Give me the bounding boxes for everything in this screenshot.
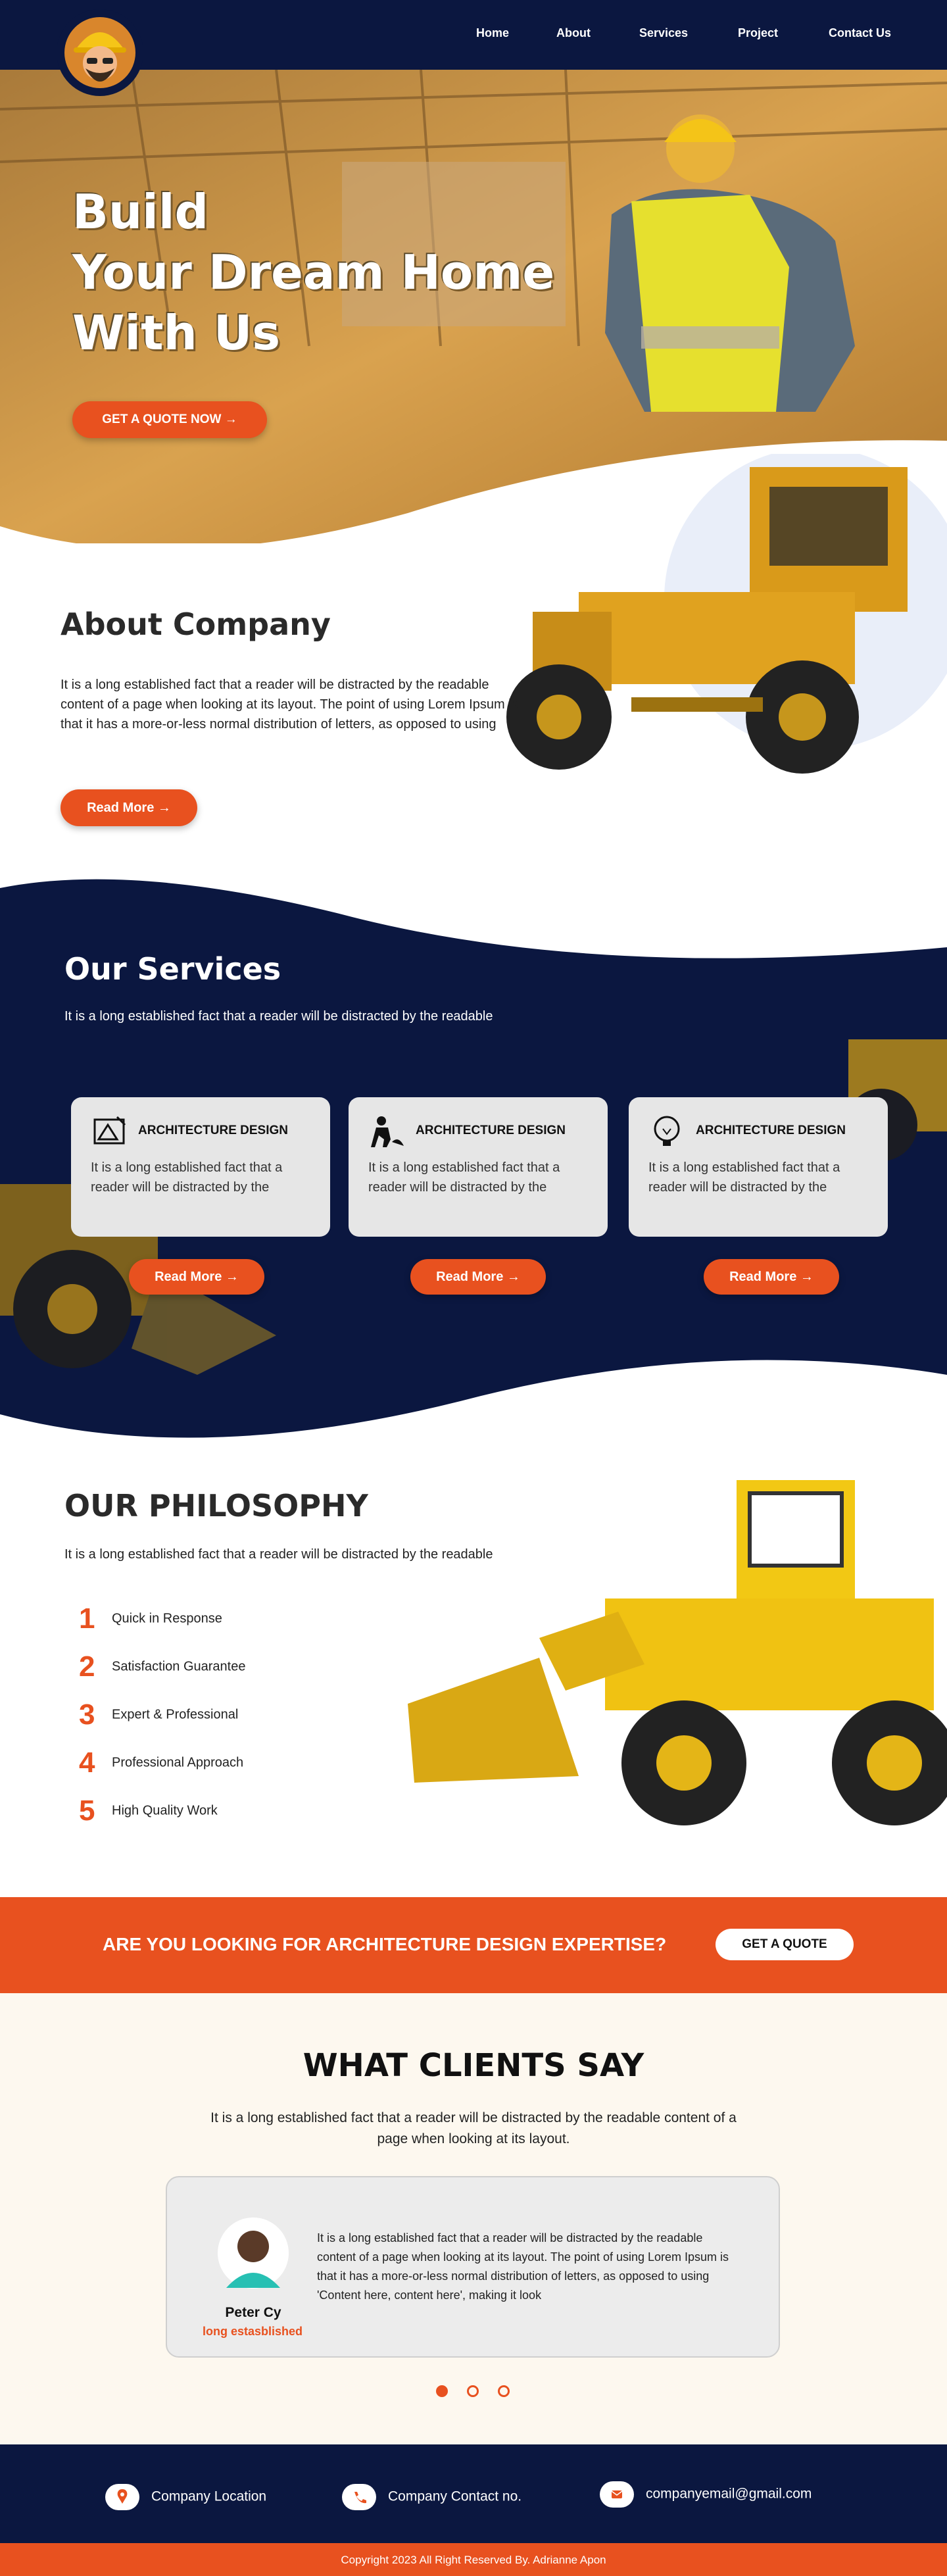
worker-digging-icon <box>371 1116 404 1147</box>
testimonials-section: WHAT CLIENTS SAY It is a long establishe… <box>0 1993 947 2444</box>
worker-avatar-icon <box>64 17 135 88</box>
nav-services[interactable]: Services <box>639 26 688 40</box>
services-title: Our Services <box>64 951 281 987</box>
cta-banner-text: ARE YOU LOOKING FOR ARCHITECTURE DESIGN … <box>103 1934 667 1954</box>
service-read-more-button[interactable]: Read More → <box>704 1259 839 1295</box>
services-section: Our Services It is a long established fa… <box>0 921 947 1316</box>
footer-contact[interactable]: Company Contact no. <box>342 2484 522 2510</box>
philosophy-section: OUR PHILOSOPHY It is a long established … <box>0 1447 947 1895</box>
carousel-dot[interactable] <box>498 2385 510 2397</box>
hero-title: Build Your Dream Home With Us <box>72 184 555 360</box>
philosophy-item: 1 Quick in Response <box>79 1602 222 1635</box>
services-subtitle: It is a long established fact that a rea… <box>64 1009 493 1024</box>
service-card-title: ARCHITECTURE DESIGN <box>138 1124 289 1137</box>
philosophy-item: 5 High Quality Work <box>79 1795 218 1827</box>
testimonials-subtitle: It is a long established fact that a rea… <box>210 2110 737 2146</box>
about-title: About Company <box>61 607 331 642</box>
copyright-text: Copyright 2023 All Right Reserved By. Ad… <box>341 2554 606 2566</box>
philosophy-item-label: High Quality Work <box>112 1803 218 1818</box>
philosophy-item-number: 2 <box>79 1650 95 1683</box>
philosophy-item-number: 3 <box>79 1698 95 1731</box>
philosophy-subtitle: It is a long established fact that a rea… <box>64 1547 493 1562</box>
grader-machine-image <box>506 454 947 774</box>
philosophy-item-label: Expert & Professional <box>112 1707 239 1722</box>
nav-home[interactable]: Home <box>476 26 509 40</box>
philosophy-item: 4 Professional Approach <box>79 1746 243 1779</box>
cta-banner: ARE YOU LOOKING FOR ARCHITECTURE DESIGN … <box>0 1897 947 1993</box>
lightbulb-icon <box>654 1116 680 1146</box>
carousel-dot[interactable] <box>467 2385 479 2397</box>
philosophy-item: 3 Expert & Professional <box>79 1698 238 1731</box>
nav-contact-us[interactable]: Contact Us <box>829 26 891 40</box>
client-name: Peter Cy <box>225 2305 281 2320</box>
location-pin-icon <box>105 2484 139 2510</box>
wheel-loader-image <box>408 1480 947 1825</box>
service-card-text: It is a long established fact that a rea… <box>91 1160 283 1195</box>
service-card: ARCHITECTURE DESIGN It is a long establi… <box>71 1097 330 1237</box>
philosophy-item-number: 4 <box>79 1746 95 1779</box>
client-role: long estasblished <box>202 2325 303 2338</box>
philosophy-item-number: 5 <box>79 1795 95 1827</box>
testimonials-title: WHAT CLIENTS SAY <box>303 2047 644 2084</box>
copyright-bar: Copyright 2023 All Right Reserved By. Ad… <box>0 2543 947 2576</box>
footer-email[interactable]: companyemail@gmail.com <box>600 2481 812 2508</box>
page: Home About Services Project Contact Us B… <box>0 0 947 2576</box>
service-card: ARCHITECTURE DESIGN It is a long establi… <box>629 1097 888 1237</box>
philosophy-item-label: Professional Approach <box>112 1755 244 1770</box>
nav-about[interactable]: About <box>556 26 591 40</box>
footer-location-text: Company Location <box>151 2489 267 2504</box>
client-avatar <box>218 2217 289 2289</box>
footer-email-text: companyemail@gmail.com <box>646 2486 812 2502</box>
architecture-drawing-icon <box>93 1116 126 1145</box>
nav-project[interactable]: Project <box>738 26 778 40</box>
service-card-text: It is a long established fact that a rea… <box>648 1160 840 1195</box>
about-section: About Company It is a long established f… <box>0 454 947 888</box>
service-card: ARCHITECTURE DESIGN It is a long establi… <box>349 1097 608 1237</box>
service-card-text: It is a long established fact that a rea… <box>368 1160 560 1195</box>
testimonial-quote: It is a long established fact that a rea… <box>317 2231 729 2302</box>
testimonial-card: Peter Cy long estasblished It is a long … <box>166 2176 780 2358</box>
logo[interactable] <box>57 9 143 96</box>
footer-contact-text: Company Contact no. <box>388 2489 522 2504</box>
philosophy-item-number: 1 <box>79 1602 95 1635</box>
get-quote-button[interactable]: GET A QUOTE <box>716 1929 854 1960</box>
philosophy-item: 2 Satisfaction Guarantee <box>79 1650 245 1683</box>
service-read-more-button[interactable]: Read More → <box>129 1259 264 1295</box>
philosophy-title: OUR PHILOSOPHY <box>64 1488 368 1523</box>
service-read-more-button[interactable]: Read More → <box>410 1259 546 1295</box>
service-card-title: ARCHITECTURE DESIGN <box>416 1124 566 1137</box>
carousel-dot-active[interactable] <box>436 2385 448 2397</box>
philosophy-item-label: Quick in Response <box>112 1611 222 1626</box>
about-read-more-button[interactable]: Read More → <box>61 789 197 826</box>
phone-icon <box>342 2484 376 2510</box>
footer-location[interactable]: Company Location <box>105 2484 266 2510</box>
service-card-title: ARCHITECTURE DESIGN <box>696 1124 846 1137</box>
philosophy-item-label: Satisfaction Guarantee <box>112 1659 246 1674</box>
about-text: It is a long established fact that a rea… <box>61 678 518 731</box>
email-icon <box>600 2481 634 2508</box>
